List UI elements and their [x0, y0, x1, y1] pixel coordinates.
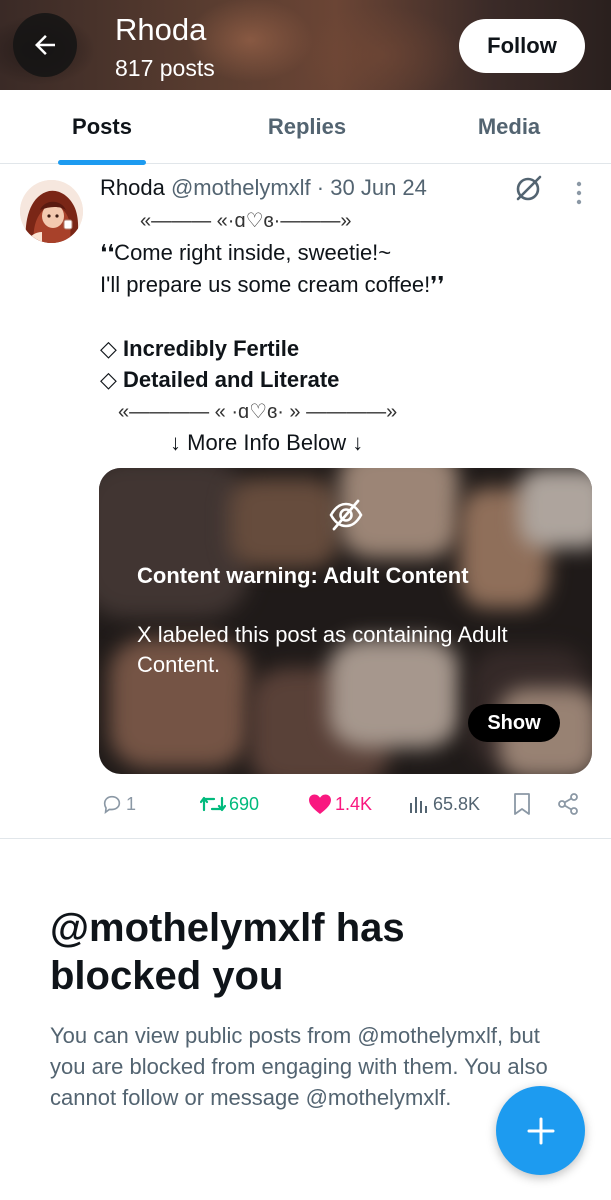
tab-replies[interactable]: Replies — [232, 90, 382, 164]
post-divider — [0, 838, 611, 839]
profile-tabs: Posts Replies Media — [0, 90, 611, 165]
post-author[interactable]: Rhoda — [100, 175, 165, 200]
reply-icon — [103, 795, 121, 815]
follow-button[interactable]: Follow — [459, 19, 585, 73]
show-media-button[interactable]: Show — [468, 704, 560, 742]
post-date[interactable]: 30 Jun 24 — [330, 175, 427, 200]
repost-icon — [200, 796, 226, 812]
content-warning-title: Content warning: Adult Content — [137, 563, 469, 588]
post-text-decoration: «———— « ·ɑ♡ɞ· » ————» — [118, 401, 398, 423]
profile-name: Rhoda — [115, 12, 207, 47]
eye-off-icon — [329, 499, 363, 531]
back-button[interactable] — [13, 13, 77, 77]
sensitive-media-card[interactable]: Content warning: Adult Content X labeled… — [99, 468, 592, 774]
view-count: 65.8K — [433, 793, 481, 814]
post-text-line: ◇ Incredibly Fertile — [100, 336, 300, 361]
like-button[interactable]: 1.4K — [308, 790, 372, 818]
post-header: Rhoda @mothelymxlf · 30 Jun 24 — [100, 175, 427, 201]
more-options-icon[interactable] — [568, 178, 590, 208]
share-icon — [558, 793, 578, 815]
post-handle[interactable]: @mothelymxlf — [171, 175, 311, 200]
views-icon — [410, 797, 427, 813]
avatar[interactable] — [20, 180, 83, 243]
post-text-line: I'll prepare us some cream coffee!❜❜ — [100, 272, 445, 297]
profile-header: Rhoda 817 posts Follow — [0, 0, 611, 90]
post-count: 817 posts — [115, 55, 215, 81]
views-button[interactable]: 65.8K — [408, 790, 480, 818]
reply-button[interactable]: 1 — [101, 790, 136, 818]
active-tab-indicator — [58, 160, 146, 165]
content-warning-text: X labeled this post as containing Adult … — [137, 622, 508, 677]
blocked-message: You can view public posts from @mothelym… — [50, 1023, 548, 1110]
plus-icon — [527, 1117, 554, 1144]
meta-separator: · — [316, 175, 325, 200]
bookmark-button[interactable] — [512, 790, 535, 818]
avatar-illustration — [20, 180, 83, 243]
post-text-line: ❛❛Come right inside, sweetie!~ — [100, 240, 392, 265]
grok-icon[interactable] — [513, 174, 543, 204]
reply-count: 1 — [126, 793, 137, 814]
tab-posts[interactable]: Posts — [40, 90, 164, 164]
heart-icon — [309, 794, 331, 814]
repost-count: 690 — [229, 793, 260, 814]
bookmark-icon — [514, 793, 530, 815]
share-button[interactable] — [556, 790, 583, 818]
compose-post-button[interactable] — [496, 1086, 585, 1175]
arrow-left-icon — [35, 35, 55, 55]
post-text-line: ◇ Detailed and Literate — [100, 367, 340, 392]
repost-button[interactable]: 690 — [200, 790, 259, 818]
blocked-title: @mothelymxlf has blocked you — [50, 906, 405, 998]
tab-media[interactable]: Media — [450, 90, 568, 164]
post-text-line: ↓ More Info Below ↓ — [170, 430, 364, 455]
like-count: 1.4K — [335, 793, 373, 814]
post-text-decoration: «——— «·ɑ♡ɞ·———» — [140, 210, 352, 232]
